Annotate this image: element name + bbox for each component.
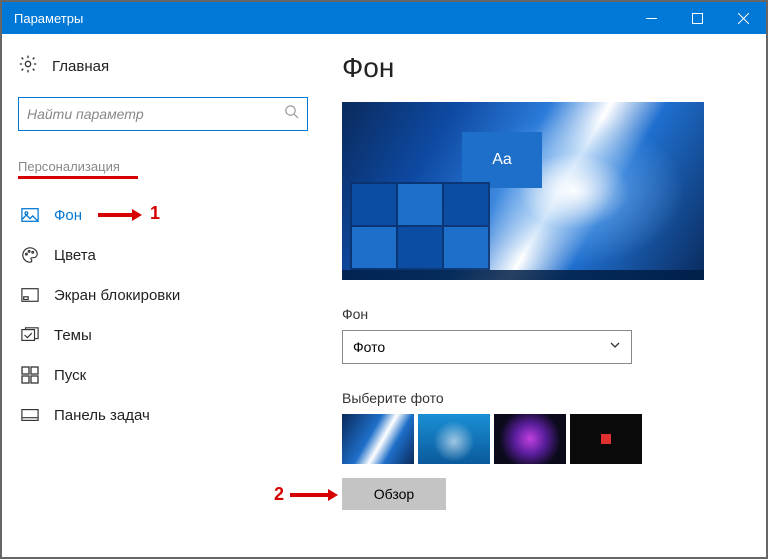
chevron-down-icon — [609, 338, 621, 356]
sidebar-item-label: Панель задач — [54, 407, 150, 424]
picture-icon — [20, 206, 40, 224]
desktop-preview: Aa — [342, 102, 704, 280]
palette-icon — [20, 246, 40, 264]
taskbar-icon — [20, 406, 40, 424]
sidebar-item-lockscreen[interactable]: Экран блокировки — [18, 275, 306, 315]
browse-button[interactable]: Обзор — [342, 478, 446, 510]
sidebar-item-label: Темы — [54, 327, 92, 344]
sidebar: Главная Персонализация Фон 1 — [2, 34, 322, 557]
titlebar: Параметры — [2, 2, 766, 34]
window-controls — [628, 2, 766, 34]
minimize-button[interactable] — [628, 2, 674, 34]
choose-photo-label: Выберите фото — [342, 390, 736, 406]
gear-icon — [18, 54, 38, 79]
search-box[interactable] — [18, 97, 308, 131]
sidebar-item-themes[interactable]: Темы — [18, 315, 306, 355]
close-button[interactable] — [720, 2, 766, 34]
sidebar-item-label: Цвета — [54, 247, 96, 264]
annotation-underline — [18, 176, 138, 179]
photo-thumbnails — [342, 414, 736, 464]
search-icon — [284, 104, 299, 124]
dropdown-value: Фото — [353, 339, 385, 355]
category-label: Персонализация — [18, 159, 306, 174]
themes-icon — [20, 326, 40, 344]
home-nav[interactable]: Главная — [18, 54, 306, 79]
photo-thumb-3[interactable] — [494, 414, 566, 464]
content-area: Главная Персонализация Фон 1 — [2, 34, 766, 557]
home-label: Главная — [52, 58, 109, 75]
sidebar-item-taskbar[interactable]: Панель задач — [18, 395, 306, 435]
preview-sample-window: Aa — [462, 132, 542, 188]
photo-thumb-2[interactable] — [418, 414, 490, 464]
annotation-number-1: 1 — [150, 203, 160, 224]
main-panel: Фон Aa Фон Фото Выберите фото — [322, 34, 766, 557]
sidebar-item-label: Фон — [54, 207, 82, 224]
page-title: Фон — [342, 52, 736, 84]
window-title: Параметры — [2, 11, 628, 26]
settings-window: Параметры Главная — [0, 0, 768, 559]
sidebar-item-label: Пуск — [54, 367, 86, 384]
maximize-button[interactable] — [674, 2, 720, 34]
background-section-label: Фон — [342, 306, 736, 322]
annotation-number-2: 2 — [274, 484, 284, 505]
sidebar-item-colors[interactable]: Цвета — [18, 235, 306, 275]
lockscreen-icon — [20, 286, 40, 304]
background-type-dropdown[interactable]: Фото — [342, 330, 632, 364]
start-icon — [20, 366, 40, 384]
annotation-arrow-2 — [290, 493, 330, 497]
sidebar-item-label: Экран блокировки — [54, 287, 180, 304]
photo-thumb-1[interactable] — [342, 414, 414, 464]
sidebar-item-start[interactable]: Пуск — [18, 355, 306, 395]
annotation-arrow-1 — [98, 213, 134, 217]
sidebar-item-background[interactable]: Фон 1 — [18, 195, 306, 235]
search-input[interactable] — [27, 106, 284, 122]
photo-thumb-4[interactable] — [570, 414, 642, 464]
